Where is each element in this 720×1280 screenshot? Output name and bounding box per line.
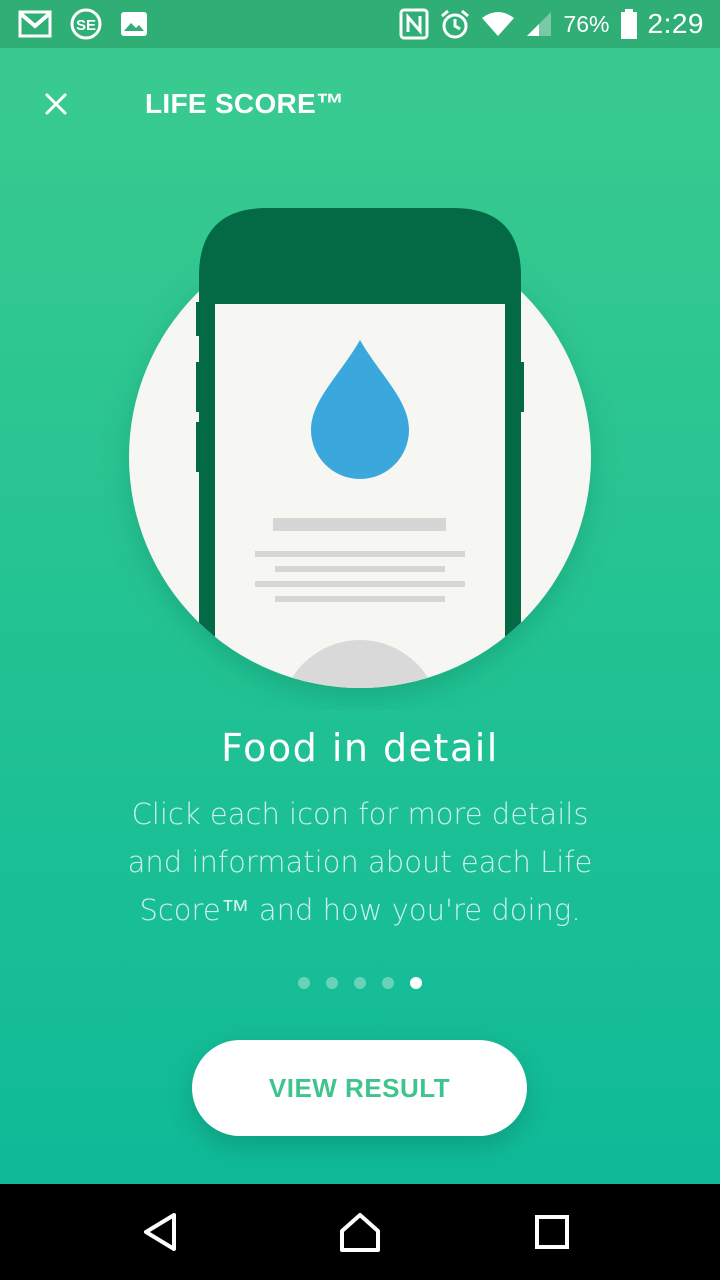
page-dot[interactable] (326, 977, 338, 989)
se-app-icon: SE (70, 8, 102, 40)
navigation-bar (0, 1184, 720, 1280)
clock: 2:29 (647, 8, 704, 39)
image-icon (121, 12, 147, 36)
page-dot[interactable] (382, 977, 394, 989)
onboarding-screen: SE 76% 2:29 LIFE SCORE™ Food in detail C… (0, 0, 720, 1184)
gmail-icon (18, 10, 52, 38)
svg-text:SE: SE (76, 17, 96, 34)
recents-icon[interactable] (528, 1208, 576, 1256)
nfc-icon (399, 8, 429, 40)
status-bar: SE 76% 2:29 (0, 0, 720, 48)
page-dot[interactable] (298, 977, 310, 989)
view-result-button[interactable]: VIEW RESULT (192, 1040, 527, 1136)
home-icon[interactable] (336, 1208, 384, 1256)
wifi-icon (482, 12, 515, 36)
back-icon[interactable] (136, 1208, 184, 1256)
signal-icon (527, 12, 552, 36)
alarm-icon (441, 9, 470, 39)
page-dot-active[interactable] (410, 977, 422, 989)
onboarding-description: Click each icon for more details and inf… (127, 797, 593, 927)
phone-illustration (129, 208, 591, 688)
page-title: LIFE SCORE™ (145, 88, 345, 119)
onboarding-headline: Food in detail (221, 726, 499, 770)
battery-percent: 76% (563, 10, 610, 37)
page-indicator (0, 977, 720, 989)
page-dot[interactable] (354, 977, 366, 989)
close-icon[interactable] (36, 84, 76, 124)
battery-icon (620, 9, 637, 39)
